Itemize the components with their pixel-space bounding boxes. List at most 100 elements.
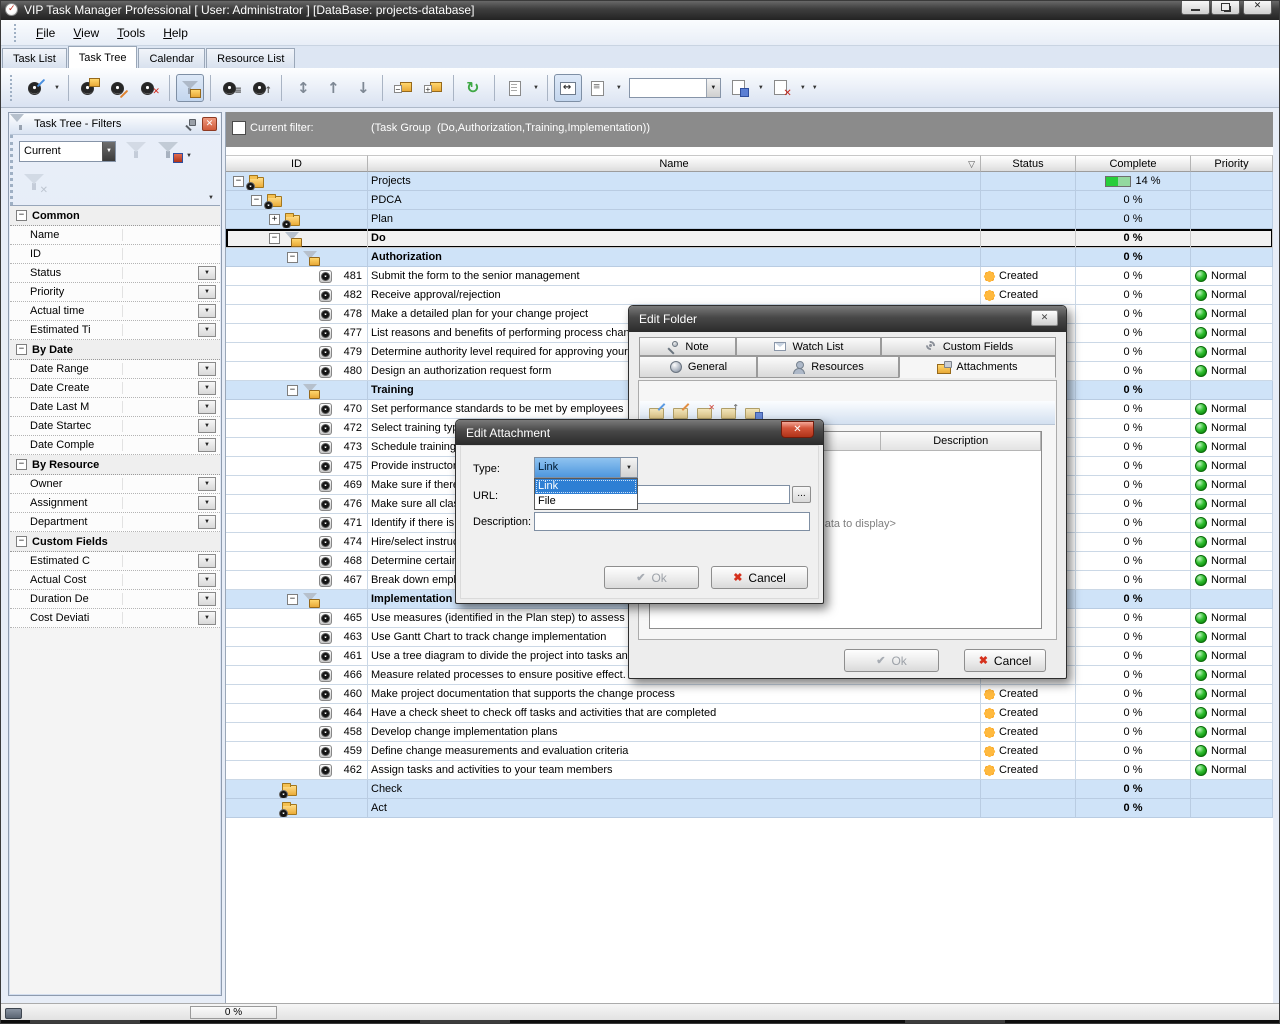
filter-row-name[interactable]: Name [10,226,220,245]
tab-resource-list[interactable]: Resource List [206,48,295,68]
grid-layout-button[interactable] [584,74,612,102]
filter-panel-close-button[interactable]: ✕ [202,117,217,131]
edit-attachment-cancel-button[interactable]: ✖ Cancel [711,566,808,589]
filter-toolbar-overflow[interactable]: ▼ [208,195,214,201]
delete-layout-button[interactable] [768,74,796,102]
print-export-button[interactable] [501,74,529,102]
restore-button[interactable] [1211,0,1240,15]
filter-preset-combobox[interactable]: Current [19,141,116,162]
column-header-status[interactable]: Status [981,155,1076,172]
edit-attachment-title-bar[interactable]: Edit Attachment ✕ [456,420,823,445]
toolbar-overflow[interactable]: ▼ [809,75,821,101]
filter-field-dropdown[interactable]: ▼ [198,477,216,491]
tree-expander[interactable]: − [269,233,280,244]
tree-expander[interactable]: − [287,385,298,396]
tree-expander[interactable]: − [251,195,262,206]
task-row[interactable]: 464Have a check sheet to check off tasks… [226,704,1273,723]
tree-expander[interactable]: − [233,176,244,187]
save-layout-dropdown[interactable]: ▼ [755,75,767,101]
expand-all-button[interactable] [419,74,447,102]
filter-field-dropdown[interactable]: ▼ [198,323,216,337]
filter-field-dropdown[interactable]: ▼ [198,515,216,529]
group-row[interactable]: +Plan0 % [226,210,1273,229]
save-filter-icon[interactable] [157,141,181,163]
grid-layout-dropdown[interactable]: ▼ [613,75,625,101]
group-row[interactable]: −Do0 % [226,229,1273,248]
group-row[interactable]: −PDCA0 % [226,191,1273,210]
open-attachment-icon[interactable] [721,406,737,419]
task-notes-button[interactable] [217,74,245,102]
tree-expander[interactable]: − [287,594,298,605]
current-filter-checkbox[interactable] [232,121,246,135]
filter-section-by-resource[interactable]: −By Resource [10,455,220,475]
filter-field-dropdown[interactable]: ▼ [198,611,216,625]
dialog-tab-watch-list[interactable]: Watch List [736,337,881,356]
filter-section-common[interactable]: −Common [10,206,220,226]
menu-view[interactable]: View [64,23,108,43]
filter-row-id[interactable]: ID [10,245,220,264]
edit-attachment-ok-button[interactable]: ✔ Ok [604,566,699,589]
filter-row-estimated-ti[interactable]: Estimated Ti▼ [10,321,220,340]
filter-field-dropdown[interactable]: ▼ [198,285,216,299]
filter-field-dropdown[interactable]: ▼ [198,362,216,376]
browse-button[interactable]: ... [792,486,811,503]
filter-row-actual-cost[interactable]: Actual Cost▼ [10,571,220,590]
filter-field-dropdown[interactable]: ▼ [198,438,216,452]
filter-row-duration-de[interactable]: Duration De▼ [10,590,220,609]
edit-attachment-close-button[interactable]: ✕ [781,421,814,438]
filter-field-dropdown[interactable]: ▼ [198,266,216,280]
filter-section-custom-fields[interactable]: −Custom Fields [10,532,220,552]
edit-folder-ok-button[interactable]: ✔ Ok [844,649,939,672]
filter-field-dropdown[interactable]: ▼ [198,419,216,433]
print-export-dropdown[interactable]: ▼ [530,75,542,101]
dialog-tab-note[interactable]: Note [639,337,736,356]
column-header-priority[interactable]: Priority [1191,155,1273,172]
collapse-all-button[interactable] [389,74,417,102]
apply-filter-icon[interactable] [125,141,149,163]
filter-row-date-create[interactable]: Date Create▼ [10,379,220,398]
collapse-icon[interactable]: − [16,536,27,547]
edit-folder-title-bar[interactable]: Edit Folder ✕ [629,306,1066,332]
filter-row-actual-time[interactable]: Actual time▼ [10,302,220,321]
menu-help[interactable]: Help [154,23,197,43]
menu-tools[interactable]: Tools [108,23,154,43]
collapse-icon[interactable]: − [16,459,27,470]
dialog-tab-general[interactable]: General [639,356,757,378]
filter-row-date-startec[interactable]: Date Startec▼ [10,417,220,436]
clear-filter-icon[interactable] [23,173,47,195]
type-option-link[interactable]: Link [535,479,637,494]
collapse-icon[interactable]: − [16,344,27,355]
task-row[interactable]: 482Receive approval/rejectionCreated0 %N… [226,286,1273,305]
fit-columns-button[interactable] [554,74,582,102]
filter-row-estimated-c[interactable]: Estimated C▼ [10,552,220,571]
type-dropdown-button[interactable]: ▼ [620,458,637,477]
collapse-icon[interactable]: − [16,210,27,221]
dialog-tab-custom-fields[interactable]: Custom Fields [881,337,1056,356]
layout-combobox[interactable] [629,78,721,98]
filter-field-dropdown[interactable]: ▼ [198,554,216,568]
filter-field-dropdown[interactable]: ▼ [198,304,216,318]
filter-row-cost-deviati[interactable]: Cost Deviati▼ [10,609,220,628]
tree-expander[interactable]: + [269,214,280,225]
filter-row-department[interactable]: Department▼ [10,513,220,532]
task-row[interactable]: 458Develop change implementation plansCr… [226,723,1273,742]
new-task-button[interactable] [22,74,50,102]
save-layout-button[interactable] [726,74,754,102]
type-combobox[interactable]: Link ▼ [534,457,638,478]
delete-task-button[interactable] [135,74,163,102]
minimize-button[interactable] [1181,0,1210,15]
dialog-tab-resources[interactable]: Resources [757,356,899,378]
add-attachment-icon[interactable] [649,406,665,419]
new-task-in-group-button[interactable] [75,74,103,102]
task-row[interactable]: 462Assign tasks and activities to your t… [226,761,1273,780]
edit-folder-cancel-button[interactable]: ✖ Cancel [964,649,1046,672]
edit-attachment-icon[interactable] [673,406,689,419]
column-header-id[interactable]: ID [226,155,368,172]
save-attachment-icon[interactable] [745,406,761,419]
filter-row-status[interactable]: Status▼ [10,264,220,283]
delete-layout-dropdown[interactable]: ▼ [797,75,809,101]
group-row[interactable]: Check0 % [226,780,1273,799]
filter-row-date-last-m[interactable]: Date Last M▼ [10,398,220,417]
group-row[interactable]: Act0 % [226,799,1273,818]
filter-field-dropdown[interactable]: ▼ [198,381,216,395]
